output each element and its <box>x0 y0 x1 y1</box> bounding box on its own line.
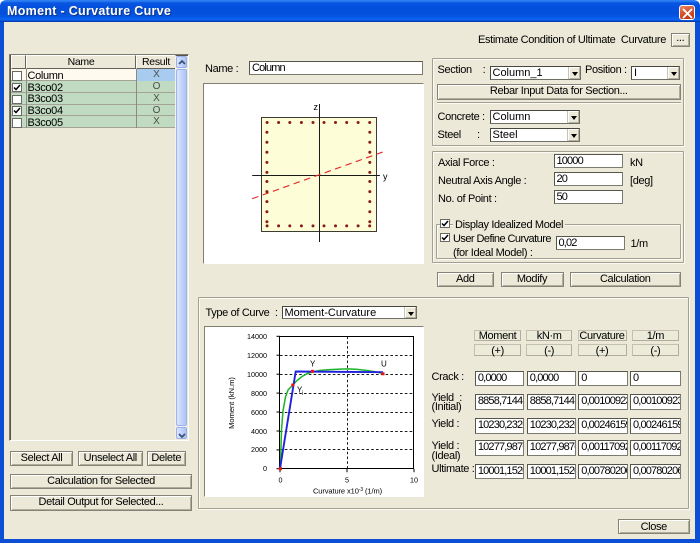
svg-text:6000: 6000 <box>251 408 267 417</box>
svg-text:y: y <box>383 172 388 182</box>
svg-text:10000: 10000 <box>247 370 267 379</box>
svg-text:5: 5 <box>345 476 349 485</box>
svg-text:Y: Y <box>310 360 316 369</box>
svg-text:10: 10 <box>410 476 418 485</box>
svg-text:12000: 12000 <box>247 351 267 360</box>
svg-text:2000: 2000 <box>251 445 267 454</box>
svg-text:Curvature x10-3 (1/m): Curvature x10-3 (1/m) <box>313 487 383 496</box>
svg-text:i: i <box>302 391 303 397</box>
svg-text:z: z <box>313 102 318 112</box>
svg-text:0: 0 <box>263 464 267 473</box>
svg-text:Moment (kN.m): Moment (kN.m) <box>227 377 236 429</box>
svg-text:4000: 4000 <box>251 427 267 436</box>
svg-text:0: 0 <box>279 476 283 485</box>
svg-text:8000: 8000 <box>251 389 267 398</box>
svg-text:U: U <box>381 360 387 369</box>
svg-text:14000: 14000 <box>247 332 267 341</box>
